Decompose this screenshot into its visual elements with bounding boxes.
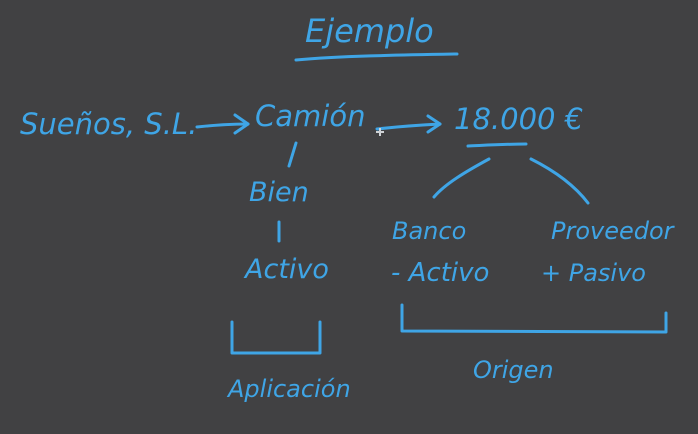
asset-label: Camión <box>255 99 365 133</box>
connector-amount-to-supplier <box>529 157 590 205</box>
company-label: Sueños, S.L. <box>20 107 197 141</box>
bien-label: Bien <box>249 177 309 208</box>
aplicacion-bracket <box>230 320 322 355</box>
whiteboard-canvas: Ejemplo Sueños, S.L. Camión 18.000 € Bie… <box>20 12 676 403</box>
title-underline <box>294 52 459 62</box>
origen-bracket <box>400 303 668 334</box>
banco-label: Banco <box>392 217 466 245</box>
diagram-title: Ejemplo <box>305 12 434 50</box>
connector-amount-to-bank <box>432 157 491 199</box>
amount-label: 18.000 € <box>454 102 583 136</box>
arrow-asset-to-amount <box>375 122 442 131</box>
proveedor-label: Proveedor <box>551 217 676 245</box>
aplicacion-label: Aplicación <box>226 375 351 403</box>
origen-label: Origen <box>473 356 554 384</box>
arrow-company-to-asset <box>195 122 250 129</box>
banco-effect-label: - Activo <box>391 258 489 288</box>
amount-underline <box>466 142 528 148</box>
activo-label: Activo <box>243 254 329 285</box>
proveedor-effect-label: + Pasivo <box>541 259 646 287</box>
connector-asset-to-bien <box>287 141 298 168</box>
